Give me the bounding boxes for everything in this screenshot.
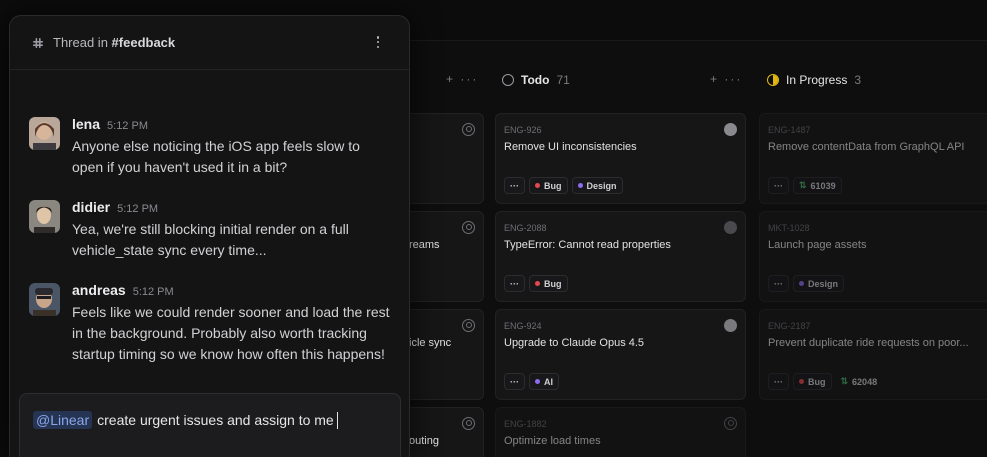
unassigned-icon	[462, 319, 475, 332]
issue-id: ENG-1882	[504, 419, 547, 429]
pull-request-chip[interactable]: ⇅ 61039	[793, 177, 842, 194]
label-bug[interactable]: Bug	[529, 275, 568, 292]
message-timestamp: 5:12 PM	[117, 203, 159, 215]
issue-title: Remove UI inconsistencies	[504, 141, 637, 153]
todo-column-actions[interactable]: + ···	[710, 72, 742, 86]
more-options-icon[interactable]	[374, 35, 382, 49]
issue-id: ENG-2187	[768, 321, 811, 331]
column-header-in-progress[interactable]: In Progress 3	[767, 70, 861, 90]
more-options-chip[interactable]: ···	[768, 275, 789, 292]
column-header-todo[interactable]: Todo 71	[502, 70, 570, 90]
red-dot-icon	[535, 183, 540, 188]
more-options-chip[interactable]: ···	[504, 275, 525, 292]
label-design[interactable]: Design	[571, 177, 623, 194]
reply-composer[interactable]: @Linear create urgent issues and assign …	[19, 393, 401, 457]
card-title: reams	[409, 239, 440, 251]
issue-id: ENG-924	[504, 321, 542, 331]
message-text: Anyone else noticing the iOS app feels s…	[72, 138, 360, 175]
message-author[interactable]: didier	[72, 199, 110, 215]
thread-channel[interactable]: #feedback	[112, 35, 176, 50]
issue-card[interactable]: ENG-1487 Remove contentData from GraphQL…	[759, 113, 987, 204]
issue-title: TypeError: Cannot read properties	[504, 239, 671, 251]
unassigned-icon	[462, 123, 475, 136]
pull-request-icon: ⇅	[840, 376, 849, 386]
issue-id: MKT-1028	[768, 223, 810, 233]
issue-card[interactable]: ENG-924 Upgrade to Claude Opus 4.5 ··· A…	[495, 309, 746, 400]
thread-panel: Thread in #feedback lena 5:12 PM Anyone …	[9, 15, 410, 457]
assignee-avatar[interactable]	[724, 123, 737, 136]
mention-linear[interactable]: @Linear	[33, 411, 93, 429]
red-dot-icon	[799, 379, 804, 384]
message-author[interactable]: andreas	[72, 282, 126, 298]
more-options-chip[interactable]: ···	[768, 177, 789, 194]
column-title: In Progress	[786, 73, 848, 87]
column-count: 3	[854, 73, 862, 87]
unassigned-icon	[462, 221, 475, 234]
slack-icon	[33, 37, 43, 48]
pull-request-chip[interactable]: ⇅ 62048	[836, 373, 883, 390]
issue-title: Optimize load times	[504, 435, 601, 447]
purple-dot-icon	[577, 183, 583, 188]
unassigned-icon	[462, 417, 475, 430]
message-text: Yea, we're still blocking initial render…	[72, 221, 349, 258]
more-options-chip[interactable]: ···	[504, 177, 525, 194]
message-text: Feels like we could render sooner and lo…	[72, 304, 390, 362]
label-bug[interactable]: Bug	[529, 177, 568, 194]
message-timestamp: 5:12 PM	[107, 120, 148, 132]
issue-id: ENG-1487	[768, 125, 811, 135]
issue-title: Upgrade to Claude Opus 4.5	[504, 337, 645, 349]
thread-prefix: Thread in	[53, 35, 108, 50]
more-options-chip[interactable]: ···	[504, 373, 525, 390]
issue-card[interactable]: ENG-1882 Optimize load times	[495, 407, 746, 457]
purple-dot-icon	[799, 281, 804, 286]
issue-title: Launch page assets	[768, 239, 867, 251]
issue-card[interactable]: MKT-1028 Launch page assets ··· Design	[759, 211, 987, 302]
left-column-actions[interactable]: + ···	[446, 72, 478, 86]
issue-id: ENG-926	[504, 125, 542, 135]
issue-id: ENG-2088	[504, 223, 547, 233]
issue-title: Remove contentData from GraphQL API	[768, 141, 965, 153]
issue-card[interactable]: ENG-2088 TypeError: Cannot read properti…	[495, 211, 746, 302]
thread-header: Thread in #feedback	[10, 16, 409, 70]
column-title: Todo	[521, 73, 550, 87]
column-count: 71	[556, 73, 570, 87]
label-bug[interactable]: Bug	[793, 373, 832, 390]
unassigned-icon[interactable]	[724, 417, 737, 430]
red-dot-icon	[535, 281, 540, 286]
issue-title: Prevent duplicate ride requests on poor.…	[768, 337, 969, 349]
composer-input[interactable]: @Linear create urgent issues and assign …	[33, 411, 338, 429]
message-author[interactable]: lena	[72, 116, 100, 132]
avatar[interactable]	[29, 200, 60, 233]
more-options-chip[interactable]: ···	[768, 373, 789, 390]
purple-dot-icon	[535, 379, 540, 384]
pull-request-icon: ⇅	[799, 180, 807, 190]
text-caret	[336, 411, 338, 429]
message-timestamp: 5:12 PM	[132, 286, 174, 298]
card-title: outing	[409, 435, 439, 447]
label-ai[interactable]: AI	[529, 373, 559, 390]
issue-card[interactable]: ENG-926 Remove UI inconsistencies ··· Bu…	[495, 113, 746, 204]
issue-card[interactable]: ENG-2187 Prevent duplicate ride requests…	[759, 309, 987, 400]
in-progress-status-icon	[767, 74, 779, 86]
assignee-avatar[interactable]	[724, 221, 737, 234]
assignee-avatar[interactable]	[724, 319, 737, 332]
label-design[interactable]: Design	[793, 275, 845, 292]
composer-text: create urgent issues and assign to me	[97, 412, 334, 428]
todo-status-icon	[502, 74, 514, 86]
card-title: icle sync	[409, 337, 452, 349]
avatar[interactable]	[29, 283, 60, 316]
avatar[interactable]	[29, 117, 60, 150]
